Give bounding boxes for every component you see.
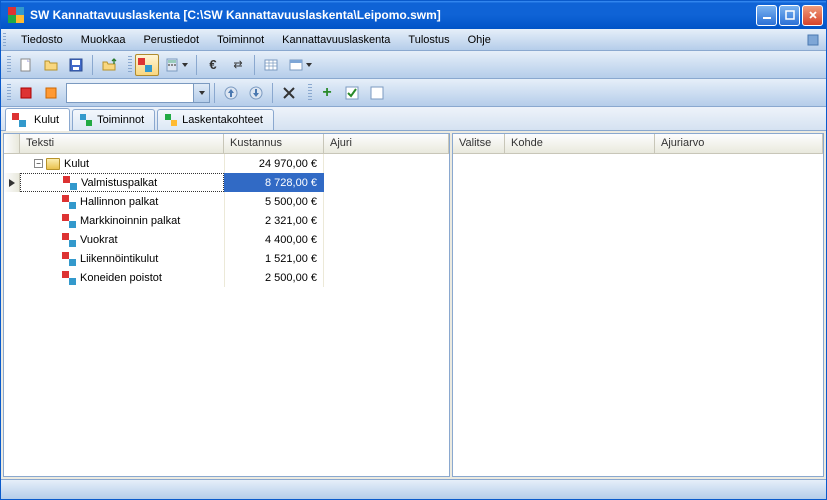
menu-ohje[interactable]: Ohje — [460, 31, 499, 49]
toolbar-main: € ⇄ — [1, 51, 826, 79]
child-cost: 5 500,00 € — [224, 192, 324, 211]
folder-up-button[interactable] — [97, 54, 121, 76]
left-panel: Teksti Kustannus Ajuri − Kulut 24 970,00… — [3, 133, 450, 477]
left-grid-body: − Kulut 24 970,00 € Valmistuspalkat 8 728… — [4, 154, 449, 476]
add-button[interactable]: + — [315, 82, 339, 104]
tab-laskentakohteet-icon — [164, 113, 178, 127]
window-button[interactable] — [284, 54, 316, 76]
child-label: Liikennöintikulut — [80, 253, 158, 265]
col-ajuri[interactable]: Ajuri — [324, 134, 449, 153]
window-title: SW Kannattavuuslaskenta [C:\SW Kannattav… — [30, 8, 756, 22]
tree-child-row[interactable]: Hallinnon palkat 5 500,00 € — [4, 192, 449, 211]
tab-kulut-label: Kulut — [34, 114, 59, 126]
euro-button[interactable]: € — [201, 54, 225, 76]
child-label: Hallinnon palkat — [80, 196, 158, 208]
delete-button[interactable] — [277, 82, 301, 104]
tab-kulut[interactable]: Kulut — [5, 108, 70, 131]
child-label: Koneiden poistot — [80, 272, 162, 284]
grid-button[interactable] — [259, 54, 283, 76]
maximize-button[interactable] — [779, 5, 800, 26]
collapse-icon[interactable]: − — [34, 159, 43, 168]
menu-corner-icon — [806, 33, 820, 47]
child-label: Markkinoinnin palkat — [80, 215, 180, 227]
open-button[interactable] — [39, 54, 63, 76]
child-cost: 1 521,00 € — [224, 249, 324, 268]
tree-child-row[interactable]: Valmistuspalkat 8 728,00 € — [4, 173, 449, 192]
tab-toiminnot-label: Toiminnot — [97, 114, 144, 126]
new-button[interactable] — [14, 54, 38, 76]
content-area: Teksti Kustannus Ajuri − Kulut 24 970,00… — [1, 131, 826, 479]
child-label: Vuokrat — [80, 234, 118, 246]
menu-tulostus[interactable]: Tulostus — [400, 31, 457, 49]
save-button[interactable] — [64, 54, 88, 76]
right-grid-body — [453, 154, 823, 476]
child-cost: 2 500,00 € — [224, 268, 324, 287]
child-label: Valmistuspalkat — [81, 177, 157, 189]
app-window: SW Kannattavuuslaskenta [C:\SW Kannattav… — [0, 0, 827, 500]
col-ajuriarvo[interactable]: Ajuriarvo — [655, 134, 823, 153]
calculator-button[interactable] — [160, 54, 192, 76]
close-button[interactable] — [802, 5, 823, 26]
child-cost: 2 321,00 € — [224, 211, 324, 230]
child-cost: 4 400,00 € — [224, 230, 324, 249]
tree-child-row[interactable]: Vuokrat 4 400,00 € — [4, 230, 449, 249]
plus-icon: + — [322, 84, 331, 102]
child-cost: 8 728,00 € — [224, 173, 324, 192]
item-icon — [62, 252, 76, 266]
combo-dropdown-icon — [193, 84, 209, 102]
item-icon — [62, 214, 76, 228]
app-icon — [8, 7, 24, 23]
split-button[interactable]: ⇄ — [226, 54, 250, 76]
up-arrow-button[interactable] — [219, 82, 243, 104]
orange-box-button[interactable] — [39, 82, 63, 104]
root-label: Kulut — [64, 158, 89, 170]
tab-toiminnot-icon — [79, 113, 93, 127]
menubar: Tiedosto Muokkaa Perustiedot Toiminnot K… — [1, 29, 826, 51]
item-icon — [62, 195, 76, 209]
split-icon: ⇄ — [233, 58, 242, 71]
menu-muokkaa[interactable]: Muokkaa — [73, 31, 134, 49]
tab-kulut-icon — [12, 113, 26, 127]
cost-icon — [138, 58, 152, 72]
tree-child-row[interactable]: Koneiden poistot 2 500,00 € — [4, 268, 449, 287]
folder-icon — [46, 158, 60, 170]
menu-perustiedot[interactable]: Perustiedot — [135, 31, 207, 49]
red-box-button[interactable] — [14, 82, 38, 104]
tab-laskentakohteet-label: Laskentakohteet — [182, 114, 263, 126]
item-icon — [62, 233, 76, 247]
item-icon — [63, 176, 77, 190]
tab-toiminnot[interactable]: Toiminnot — [72, 109, 155, 130]
euro-icon: € — [209, 57, 216, 72]
item-icon — [62, 271, 76, 285]
col-kustannus[interactable]: Kustannus — [224, 134, 324, 153]
menu-toiminnot[interactable]: Toiminnot — [209, 31, 272, 49]
col-teksti[interactable]: Teksti — [20, 134, 224, 153]
uncheck-button[interactable] — [365, 82, 389, 104]
cost-type-button[interactable] — [135, 54, 159, 76]
check-button[interactable] — [340, 82, 364, 104]
tab-laskentakohteet[interactable]: Laskentakohteet — [157, 109, 274, 130]
tree-child-row[interactable]: Markkinoinnin palkat 2 321,00 € — [4, 211, 449, 230]
combo-selector[interactable] — [66, 83, 210, 103]
right-grid-header: Valitse Kohde Ajuriarvo — [453, 134, 823, 154]
statusbar — [1, 479, 826, 499]
root-cost: 24 970,00 € — [224, 154, 324, 173]
tabs: Kulut Toiminnot Laskentakohteet — [1, 107, 826, 131]
left-grid-header: Teksti Kustannus Ajuri — [4, 134, 449, 154]
menu-tiedosto[interactable]: Tiedosto — [13, 31, 71, 49]
right-panel: Valitse Kohde Ajuriarvo — [452, 133, 824, 477]
toolbar-secondary: + — [1, 79, 826, 107]
tree-root-row[interactable]: − Kulut 24 970,00 € — [4, 154, 449, 173]
minimize-button[interactable] — [756, 5, 777, 26]
titlebar: SW Kannattavuuslaskenta [C:\SW Kannattav… — [1, 1, 826, 29]
tree-child-row[interactable]: Liikennöintikulut 1 521,00 € — [4, 249, 449, 268]
col-valitse[interactable]: Valitse — [453, 134, 505, 153]
menu-kannattavuuslaskenta[interactable]: Kannattavuuslaskenta — [274, 31, 398, 49]
col-kohde[interactable]: Kohde — [505, 134, 655, 153]
down-arrow-button[interactable] — [244, 82, 268, 104]
